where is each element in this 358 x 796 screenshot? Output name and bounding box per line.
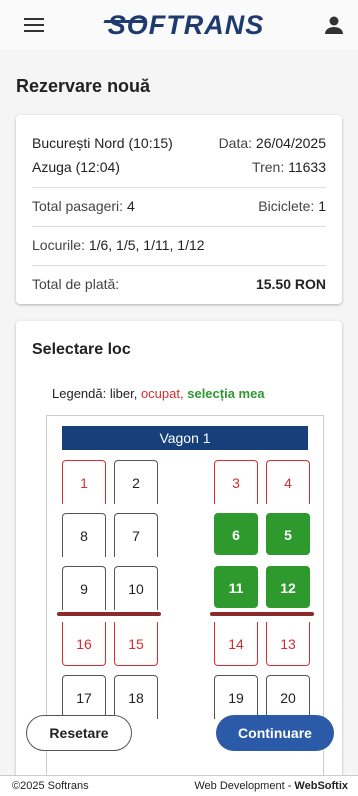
legend-occupied: ocupat, [140, 386, 184, 401]
divider [32, 265, 326, 266]
app-bar: SOFTRANS [0, 0, 358, 50]
seat-15[interactable]: 15 [114, 622, 158, 666]
footer: ©2025 Softrans Web Development - WebSoft… [0, 775, 358, 796]
row-divider [210, 612, 314, 616]
seat-17[interactable]: 17 [62, 675, 106, 719]
seat-19[interactable]: 19 [214, 675, 258, 719]
seat-2[interactable]: 2 [114, 460, 158, 504]
total-value: 15.50 RON [255, 276, 326, 292]
seat-1[interactable]: 1 [62, 460, 106, 504]
wagon-header: Vagon 1 [62, 426, 308, 450]
seat-3[interactable]: 3 [214, 460, 258, 504]
menu-icon[interactable] [22, 13, 46, 37]
seat-14[interactable]: 14 [214, 622, 258, 666]
divider [32, 187, 326, 188]
divider [32, 226, 326, 227]
seat-6[interactable]: 6 [214, 513, 258, 555]
train-label: Tren: [252, 159, 285, 175]
seats-label: Locurile: [32, 237, 85, 253]
bikes-value: 1 [318, 198, 326, 214]
seat-20[interactable]: 20 [266, 675, 310, 719]
legend-prefix: Legendă: [52, 386, 107, 401]
date-value: 26/04/2025 [255, 135, 326, 151]
softrans-logo[interactable]: SOFTRANS [108, 10, 265, 41]
seats-value: 1/6, 1/5, 1/11, 1/12 [88, 237, 205, 253]
seat-9[interactable]: 9 [62, 566, 106, 610]
arrival-station: Azuga (12:04) [32, 159, 120, 175]
page-title: Rezervare nouă [16, 76, 151, 96]
passengers-label: Total pasageri: [32, 198, 124, 214]
bikes-label: Biciclete: [258, 198, 315, 214]
reservation-summary-card: București Nord (10:15) Data: 26/04/2025 … [16, 115, 342, 304]
train-value: 11633 [288, 159, 326, 175]
reset-button[interactable]: Resetare [26, 715, 132, 751]
total-label: Total de plată: [32, 276, 120, 292]
seat-7[interactable]: 7 [114, 513, 158, 557]
seat-4[interactable]: 4 [266, 460, 310, 504]
date-label: Data: [218, 135, 253, 151]
footer-credit-prefix: Web Development - [194, 780, 292, 792]
legend: Legendă: liber, ocupat, selecția mea [52, 386, 326, 401]
seat-18[interactable]: 18 [114, 675, 158, 719]
passengers-value: 4 [126, 198, 135, 214]
footer-credit-link[interactable]: WebSoftix [294, 780, 348, 792]
seat-10[interactable]: 10 [114, 566, 158, 610]
seat-8[interactable]: 8 [62, 513, 106, 557]
seat-selection-title: Selectare loc [32, 341, 131, 358]
legend-free: liber, [109, 386, 138, 401]
footer-copyright: ©2025 Softrans [12, 780, 89, 792]
legend-mine: selecția mea [187, 386, 265, 401]
continue-button[interactable]: Continuare [216, 715, 334, 751]
account-icon[interactable] [322, 13, 346, 37]
seat-5[interactable]: 5 [266, 513, 310, 555]
seat-11[interactable]: 11 [214, 566, 258, 608]
row-divider [57, 612, 161, 616]
seat-13[interactable]: 13 [266, 622, 310, 666]
departure-station: București Nord (10:15) [32, 135, 173, 151]
action-bar: Resetare Continuare [0, 715, 358, 751]
seat-12[interactable]: 12 [266, 566, 310, 608]
seat-16[interactable]: 16 [62, 622, 106, 666]
